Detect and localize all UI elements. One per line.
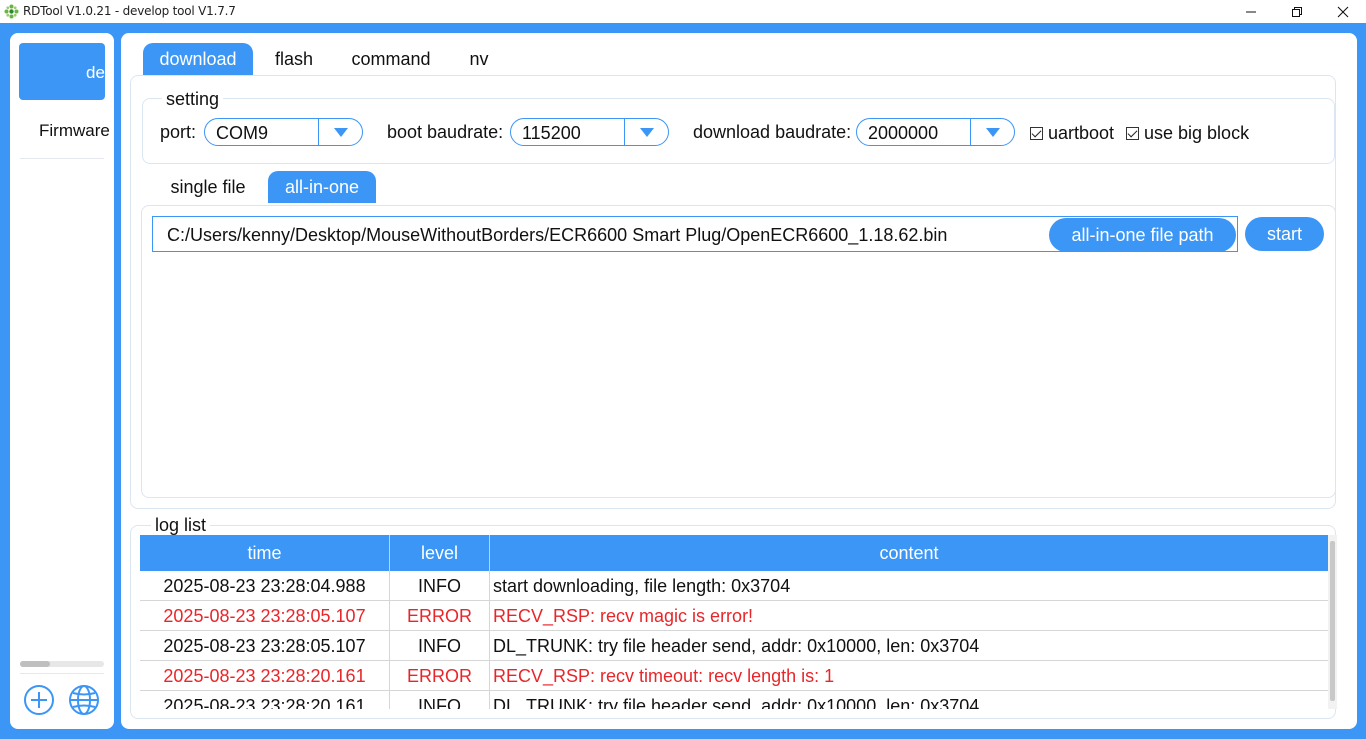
boot-baudrate-value: 115200 (522, 123, 581, 143)
big-block-label: use big block (1144, 123, 1250, 143)
sidebar-divider (20, 158, 104, 159)
uartboot-checkbox[interactable]: uartboot (1030, 123, 1114, 144)
sidebar-divider (20, 673, 104, 674)
column-header-content[interactable]: content (490, 535, 1328, 571)
all-in-one-file-path-button[interactable]: all-in-one file path (1049, 218, 1236, 252)
tab-command[interactable]: command (343, 43, 439, 75)
close-button[interactable] (1320, 0, 1366, 23)
column-separator (489, 571, 490, 601)
port-select[interactable]: COM9 (204, 118, 363, 146)
table-row[interactable]: 2025-08-23 23:28:20.161 ERROR RECV_RSP: … (140, 661, 1328, 691)
log-scrollbar[interactable] (1328, 535, 1337, 709)
column-separator (489, 601, 490, 631)
download-baudrate-value: 2000000 (868, 123, 939, 143)
chevron-down-icon (640, 128, 654, 137)
log-time: 2025-08-23 23:28:20.161 (163, 666, 366, 686)
column-separator (489, 661, 490, 691)
minimize-icon (1246, 11, 1256, 12)
boot-baudrate-label: boot baudrate: (387, 122, 504, 142)
restore-button[interactable] (1274, 0, 1320, 23)
add-circle-icon[interactable] (23, 684, 55, 716)
log-table: time level content 2025-08-23 23:28:04.9… (140, 535, 1328, 709)
sidebar-item-label: dev (86, 63, 105, 82)
window-title: RDTool V1.0.21 - develop tool V1.7.7 (23, 4, 236, 18)
combo-separator (624, 119, 625, 145)
sidebar-scrollbar[interactable] (20, 661, 104, 667)
file-path-value: C:/Users/kenny/Desktop/MouseWithoutBorde… (167, 225, 948, 245)
subtab-all-in-one[interactable]: all-in-one (268, 171, 376, 203)
log-level: ERROR (406, 666, 472, 686)
log-time: 2025-08-23 23:28:20.161 (163, 696, 366, 709)
big-block-checkbox[interactable]: use big block (1126, 123, 1249, 144)
chevron-down-icon (986, 128, 1000, 137)
log-level: INFO (418, 576, 461, 596)
boot-baudrate-select[interactable]: 115200 (510, 118, 669, 146)
log-time: 2025-08-23 23:28:05.107 (163, 606, 366, 626)
main-panel: download flash command nv setting port: … (121, 33, 1357, 729)
sidebar-item-firmware[interactable]: Firmware (39, 121, 110, 141)
download-baudrate-select[interactable]: 2000000 (856, 118, 1015, 146)
setting-legend: setting (162, 89, 224, 110)
log-time: 2025-08-23 23:28:05.107 (163, 636, 366, 656)
log-content: RECV_RSP: recv timeout: recv length is: … (493, 666, 835, 686)
log-level: INFO (418, 636, 461, 656)
log-list-legend: log list (151, 515, 211, 536)
table-row[interactable]: 2025-08-23 23:28:20.161 INFO DL_TRUNK: t… (140, 691, 1328, 709)
globe-icon[interactable] (68, 684, 100, 716)
log-level: INFO (418, 696, 461, 709)
port-value: COM9 (216, 123, 269, 143)
log-time: 2025-08-23 23:28:04.988 (163, 576, 366, 596)
log-content: DL_TRUNK: try file header send, addr: 0x… (493, 636, 980, 656)
chevron-down-icon (334, 128, 348, 137)
restore-icon (1292, 6, 1302, 17)
start-button[interactable]: start (1245, 217, 1324, 251)
sidebar: dev Firmware (10, 33, 114, 729)
tab-flash[interactable]: flash (261, 43, 327, 75)
log-content: RECV_RSP: recv magic is error! (493, 606, 754, 626)
sidebar-item-develop[interactable]: dev (19, 43, 105, 100)
column-header-level[interactable]: level (390, 535, 489, 571)
log-scrollbar-thumb[interactable] (1330, 541, 1335, 701)
title-bar: RDTool V1.0.21 - develop tool V1.7.7 (0, 0, 1366, 23)
table-row[interactable]: 2025-08-23 23:28:05.107 ERROR RECV_RSP: … (140, 601, 1328, 631)
checkbox-checked-icon (1126, 127, 1139, 140)
table-row[interactable]: 2025-08-23 23:28:05.107 INFO DL_TRUNK: t… (140, 631, 1328, 661)
rdtool-app-icon (4, 4, 19, 19)
log-table-header: time level content (140, 535, 1328, 571)
log-content: DL_TRUNK: try file header send, addr: 0x… (493, 696, 980, 709)
sidebar-scrollbar-thumb[interactable] (20, 661, 50, 667)
subtab-single-file[interactable]: single file (159, 171, 257, 203)
column-header-time[interactable]: time (140, 535, 389, 571)
download-baudrate-label: download baudrate: (693, 122, 852, 142)
tab-nv[interactable]: nv (459, 43, 499, 75)
column-separator (489, 691, 490, 709)
checkbox-checked-icon (1030, 127, 1043, 140)
combo-separator (970, 119, 971, 145)
combo-separator (318, 119, 319, 145)
log-content: start downloading, file length: 0x3704 (493, 576, 791, 596)
column-separator (489, 631, 490, 661)
port-label: port: (160, 122, 197, 142)
tab-download[interactable]: download (143, 43, 253, 75)
table-row[interactable]: 2025-08-23 23:28:04.988 INFO start downl… (140, 571, 1328, 601)
close-icon (1337, 6, 1349, 17)
uartboot-label: uartboot (1048, 123, 1115, 143)
minimize-button[interactable] (1228, 0, 1274, 23)
log-level: ERROR (406, 606, 472, 626)
